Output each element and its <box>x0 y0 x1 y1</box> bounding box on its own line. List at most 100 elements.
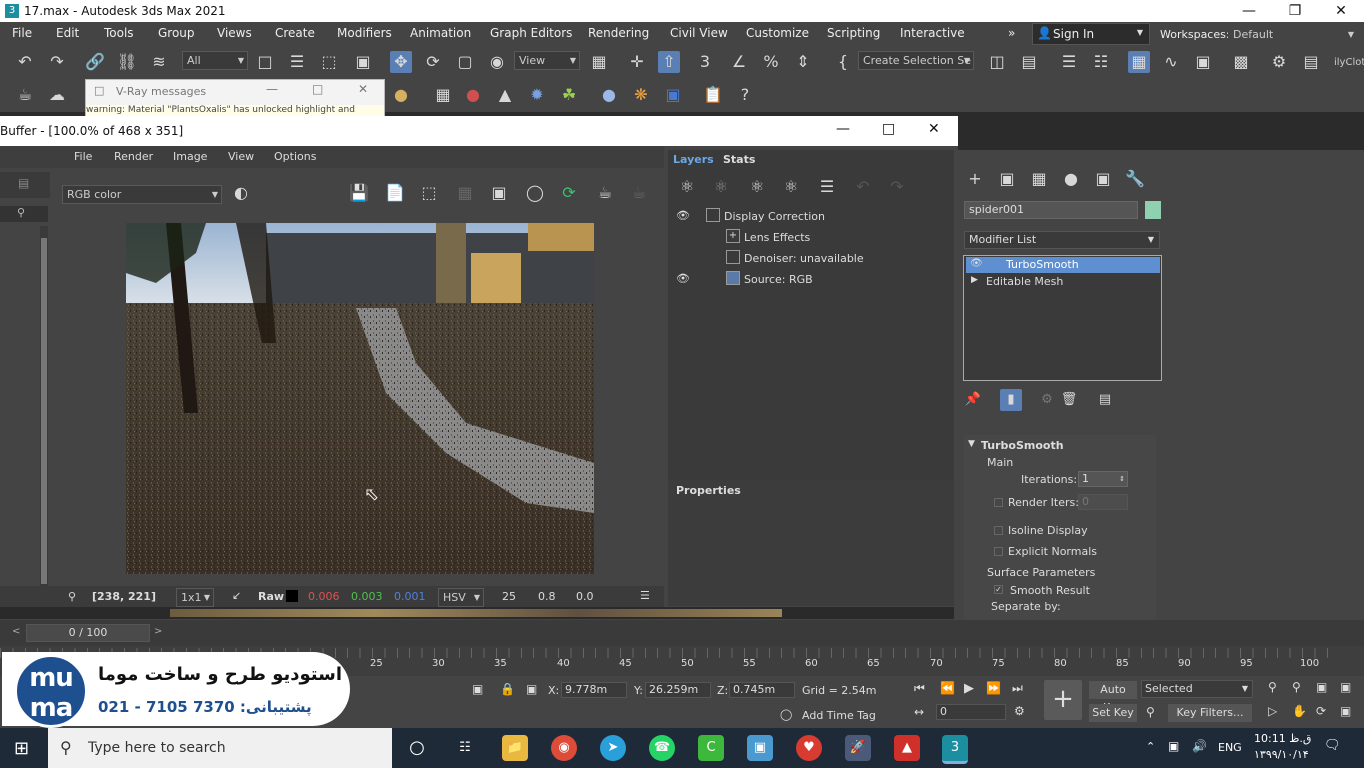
camtasia-icon[interactable]: C <box>698 735 724 761</box>
log-icon[interactable]: ☰ <box>640 589 650 602</box>
render-iters-checkbox[interactable] <box>994 498 1003 507</box>
menu-create[interactable]: Create <box>275 26 315 40</box>
eye-icon[interactable]: 👁 <box>970 258 983 269</box>
redo-icon[interactable]: ↷ <box>886 176 908 198</box>
collapse-icon[interactable]: ▼ <box>968 439 975 449</box>
language-indicator[interactable]: ENG <box>1218 741 1242 754</box>
save-all-icon[interactable]: 📄 <box>384 182 406 204</box>
cloud-icon[interactable]: ☁ <box>46 84 68 106</box>
tab-layers[interactable]: Layers <box>673 153 714 166</box>
scrollbar-thumb[interactable] <box>41 238 47 584</box>
show-end-result-icon[interactable]: ▮ <box>1000 389 1022 411</box>
render-setup-icon[interactable]: ⚙ <box>1268 51 1290 73</box>
go-to-end-icon[interactable]: ⏭ <box>1012 681 1023 696</box>
sign-in-button[interactable]: 👤 Sign In ▼ <box>1032 23 1150 45</box>
zoom-icon[interactable]: ⚲ <box>1268 680 1277 694</box>
rendered-frame-window-icon[interactable]: ▤ <box>1300 51 1322 73</box>
vfb-menu-image[interactable]: Image <box>173 150 207 163</box>
save-layers-icon[interactable]: ⚛ <box>746 176 768 198</box>
current-frame-field[interactable]: 0 <box>936 704 1006 720</box>
rotate-icon[interactable]: ⟳ <box>422 51 444 73</box>
key-mode-icon[interactable]: ↔ <box>914 705 924 719</box>
isoline-checkbox[interactable] <box>994 526 1003 535</box>
grid-icon[interactable]: ▦ <box>432 84 454 106</box>
schematic-view-icon[interactable]: ▣ <box>1192 51 1214 73</box>
set-key-icon[interactable]: + <box>1044 680 1082 720</box>
mirror-icon[interactable]: ◫ <box>986 51 1008 73</box>
history-scrollbar[interactable] <box>40 226 48 596</box>
previous-frame-icon[interactable]: ⏪ <box>940 681 955 695</box>
telegram-icon[interactable]: ➤ <box>600 735 626 761</box>
vfb-menu-view[interactable]: View <box>228 150 254 163</box>
close-button[interactable]: ✕ <box>358 82 368 96</box>
configure-sets-icon[interactable]: ▤ <box>1094 389 1116 411</box>
create-layer-icon[interactable]: ⚛ <box>676 176 698 198</box>
zoom-extents-all-icon[interactable]: ▣ <box>1340 680 1351 694</box>
close-button[interactable]: ✕ <box>928 121 940 137</box>
isolate-icon[interactable]: ▣ <box>472 682 483 696</box>
key-filter-icon[interactable]: ⚲ <box>1146 705 1155 719</box>
selected-dropdown[interactable]: Selected ▼ <box>1141 680 1253 698</box>
absolute-mode-icon[interactable]: ▣ <box>526 682 537 696</box>
next-frame-icon[interactable]: > <box>154 626 162 637</box>
zoom-dropdown[interactable]: 1x1 ▼ <box>176 588 214 607</box>
pin-stack-icon[interactable]: 📌 <box>962 389 984 411</box>
stack-item-editable-mesh[interactable]: ▶ Editable Mesh <box>966 274 1160 290</box>
app-icon[interactable]: ▣ <box>747 735 773 761</box>
percent-snap-icon[interactable]: % <box>760 51 782 73</box>
make-unique-icon[interactable]: ⚙ <box>1036 389 1058 411</box>
layer-row[interactable]: + Lens Effects <box>668 227 952 248</box>
window-crossing-icon[interactable]: ▣ <box>352 51 374 73</box>
minimize-button[interactable]: — <box>266 82 278 96</box>
notification-icon[interactable]: 🗨 <box>1324 738 1341 753</box>
material-editor-icon[interactable]: ▩ <box>1230 51 1252 73</box>
display-tab-icon[interactable]: ▣ <box>1092 168 1114 190</box>
bind-space-warp-icon[interactable]: ≋ <box>148 51 170 73</box>
render-image[interactable] <box>126 223 594 574</box>
select-by-name-icon[interactable]: ☰ <box>286 51 308 73</box>
y-field[interactable]: 26.259m <box>645 682 711 698</box>
pin-icon[interactable]: ⚲ <box>68 590 76 603</box>
eye-icon[interactable]: 👁 <box>676 272 690 285</box>
toggle-ribbon-icon[interactable]: ▦ <box>1128 51 1150 73</box>
menu-modifiers[interactable]: Modifiers <box>337 26 392 40</box>
x-field[interactable]: 9.778m <box>561 682 627 698</box>
vray-messages-window[interactable]: □ V-Ray messages — □ ✕ warning: Material… <box>85 79 385 116</box>
place-icon[interactable]: ◉ <box>486 51 508 73</box>
layer-row[interactable]: 👁 Source: RGB <box>668 269 952 290</box>
menu-interactive[interactable]: Interactive <box>900 26 965 40</box>
selection-filter-dropdown[interactable]: All ▼ <box>182 51 248 70</box>
play-icon[interactable]: ▶ <box>964 681 974 696</box>
motion-tab-icon[interactable]: ● <box>1060 168 1082 190</box>
minimize-button[interactable]: — <box>836 121 850 137</box>
file-explorer-icon[interactable]: 📁 <box>502 735 528 761</box>
scene-explorer-icon[interactable]: ☰ <box>1058 51 1080 73</box>
pdf-icon[interactable]: ▲ <box>894 735 920 761</box>
next-frame-icon[interactable]: ⏩ <box>986 681 1001 695</box>
restore-button[interactable]: □ <box>312 82 323 96</box>
volume-icon[interactable]: 🔊 <box>1192 739 1207 753</box>
vfb-menu-file[interactable]: File <box>74 150 92 163</box>
restore-button[interactable]: ❐ <box>1272 0 1318 22</box>
interactive-render-icon[interactable]: ☕ <box>628 182 650 204</box>
vfb-menu-options[interactable]: Options <box>274 150 316 163</box>
network-icon[interactable]: ▣ <box>1168 739 1179 753</box>
time-slider-thumb[interactable]: 0 / 100 <box>26 624 150 642</box>
set-key-button[interactable]: Set Key <box>1089 704 1137 722</box>
compare-icon[interactable]: ▦ <box>454 182 476 204</box>
angle-snap-icon[interactable]: ∠ <box>728 51 750 73</box>
taskbar-search[interactable]: ⚲ Type here to search <box>48 728 392 768</box>
maximize-viewport-icon[interactable]: ▣ <box>1340 704 1351 718</box>
object-name-field[interactable]: spider001 <box>964 201 1138 219</box>
stack-item-turbosmooth[interactable]: 👁 TurboSmooth <box>966 257 1160 273</box>
curve-editor-icon[interactable]: ∿ <box>1160 51 1182 73</box>
menu-rendering[interactable]: Rendering <box>588 26 649 40</box>
time-tag-icon[interactable]: ◯ <box>780 708 792 721</box>
region-render-icon[interactable]: ⬚ <box>418 182 440 204</box>
vfb-menu-render[interactable]: Render <box>114 150 153 163</box>
pivot-center-icon[interactable]: ▦ <box>588 51 610 73</box>
tab-stats[interactable]: Stats <box>723 153 755 166</box>
channel-dropdown[interactable]: RGB color ▼ <box>62 185 222 204</box>
menu-tools[interactable]: Tools <box>104 26 134 40</box>
windows-start-icon[interactable]: ⊞ <box>14 738 29 759</box>
